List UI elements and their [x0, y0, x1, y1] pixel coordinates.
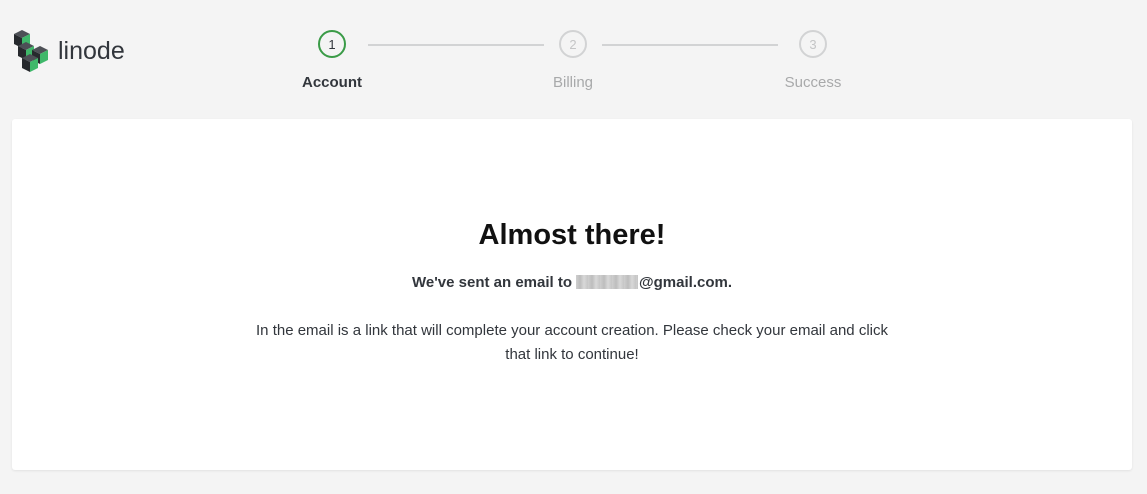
step-number-3: 3 — [799, 30, 827, 58]
confirmation-card: Almost there! We've sent an email to @gma… — [12, 119, 1132, 470]
signup-page: linode 1 Account 2 Billing 3 Success Alm… — [0, 0, 1147, 494]
email-domain: @gmail.com. — [639, 274, 732, 291]
email-instructions: In the email is a link that will complet… — [256, 322, 888, 363]
step-billing: 2 Billing — [513, 30, 633, 91]
step-label-billing: Billing — [552, 74, 594, 91]
email-sent-prefix: We've sent an email to — [412, 274, 573, 291]
step-success: 3 Success — [753, 30, 873, 91]
email-sent-message: We've sent an email to @gmail.com. — [12, 273, 1132, 293]
step-label-account: Account — [302, 74, 362, 91]
step-account: 1 Account — [272, 30, 392, 91]
step-label-success: Success — [784, 74, 842, 91]
signup-stepper: 1 Account 2 Billing 3 Success — [0, 30, 1147, 100]
redacted-email-user — [576, 275, 639, 289]
step-number-2: 2 — [559, 30, 587, 58]
page-title: Almost there! — [478, 219, 666, 251]
step-number-1: 1 — [318, 30, 346, 58]
